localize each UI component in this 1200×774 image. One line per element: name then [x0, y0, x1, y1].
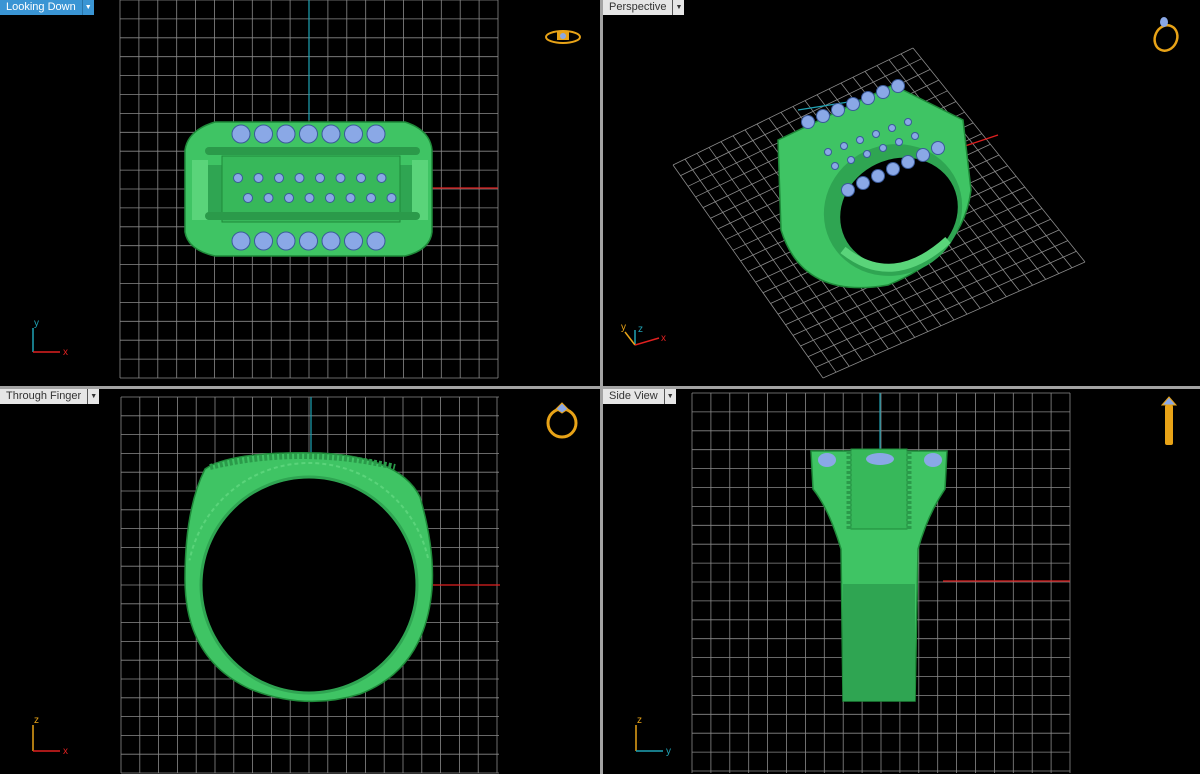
axis-label-y: y — [666, 746, 671, 757]
gem — [284, 193, 294, 203]
ring-model[interactable] — [184, 452, 434, 707]
ring-model[interactable] — [777, 79, 984, 299]
viewport-tab-side-view[interactable]: Side View ▼ — [603, 389, 676, 404]
chevron-down-icon[interactable]: ▼ — [87, 389, 100, 404]
axis-indicator: z x — [32, 715, 68, 757]
axis-label-y: y — [34, 318, 39, 329]
gem — [831, 162, 839, 170]
gem — [315, 173, 325, 183]
gem — [276, 124, 296, 144]
viewport-label[interactable]: Perspective — [603, 0, 673, 15]
gem — [345, 193, 356, 203]
axis-indicator: y z x — [621, 322, 666, 346]
axis-label-x: x — [661, 333, 666, 344]
axis-label-z: z — [34, 715, 39, 726]
ring-front-view-icon[interactable] — [546, 402, 578, 439]
gem — [294, 173, 305, 183]
gem — [888, 124, 896, 132]
gem — [840, 142, 848, 150]
viewport-label[interactable]: Side View — [603, 389, 664, 404]
viewport-tab-through-finger[interactable]: Through Finger ▼ — [0, 389, 100, 404]
gem — [879, 144, 887, 152]
viewport-tab-looking-down[interactable]: Looking Down ▼ — [0, 0, 94, 15]
gem — [876, 85, 890, 99]
viewport-through-finger[interactable]: Through Finger ▼ z x — [0, 389, 600, 774]
axis-label-x: x — [63, 746, 68, 757]
gem — [856, 176, 870, 190]
gem — [356, 173, 366, 183]
gem — [344, 231, 363, 251]
gem — [254, 231, 273, 251]
gem — [386, 193, 397, 203]
viewport-splitter-horizontal[interactable] — [0, 386, 1200, 389]
gem — [856, 136, 864, 144]
gem — [366, 231, 386, 251]
ring-model[interactable] — [810, 448, 948, 702]
ring-model[interactable] — [184, 121, 433, 257]
viewport-label[interactable]: Looking Down — [0, 0, 82, 15]
axis-label-z: z — [637, 715, 642, 726]
gem — [863, 150, 871, 158]
gem — [895, 138, 903, 146]
gem — [321, 124, 341, 144]
gem — [841, 183, 855, 197]
gem — [816, 109, 830, 123]
gem — [243, 193, 253, 203]
gem — [304, 193, 315, 203]
gem — [376, 173, 387, 183]
axis-indicator: z y — [635, 715, 671, 757]
gem — [299, 124, 318, 144]
gem — [916, 148, 930, 162]
gem — [831, 103, 845, 117]
ring-side-view-icon[interactable] — [1160, 396, 1178, 445]
gem — [335, 173, 346, 183]
gem — [801, 115, 815, 129]
ring-perspective-icon[interactable] — [1151, 17, 1182, 54]
gem — [231, 124, 251, 144]
gem — [299, 231, 318, 251]
gem — [824, 148, 832, 156]
gem — [321, 231, 341, 251]
gem — [276, 231, 296, 251]
chevron-down-icon[interactable]: ▼ — [81, 0, 94, 15]
viewport-looking-down[interactable]: Looking Down ▼ y x — [0, 0, 600, 386]
gem — [891, 79, 905, 93]
gem — [366, 193, 376, 203]
axis-indicator: y x — [32, 318, 68, 358]
gem — [233, 173, 243, 183]
gem — [871, 169, 885, 183]
gem — [846, 97, 860, 111]
viewport-canvas[interactable]: y x — [0, 0, 600, 386]
viewport-tab-perspective[interactable]: Perspective ▼ — [603, 0, 685, 15]
viewport-label[interactable]: Through Finger — [0, 389, 88, 404]
gem — [904, 118, 912, 126]
gem — [911, 132, 919, 140]
gem — [231, 231, 251, 251]
gem — [872, 130, 880, 138]
gem — [253, 173, 264, 183]
axis-label-y: y — [621, 322, 626, 333]
axis-label-z: z — [638, 324, 643, 335]
gem — [861, 91, 875, 105]
gem — [274, 173, 284, 183]
viewport-perspective[interactable]: Perspective ▼ y z x — [603, 0, 1200, 386]
gem — [366, 124, 386, 144]
gem — [325, 193, 335, 203]
ring-top-view-icon[interactable] — [545, 30, 581, 44]
gem — [901, 155, 915, 169]
gem — [254, 124, 273, 144]
gem — [344, 124, 363, 144]
gem — [886, 162, 900, 176]
viewport-side-view[interactable]: Side View ▼ z y — [603, 389, 1200, 774]
viewport-canvas[interactable]: z x — [0, 389, 600, 774]
gem — [931, 141, 945, 155]
viewport-canvas[interactable]: y z x — [603, 0, 1200, 386]
chevron-down-icon[interactable]: ▼ — [663, 389, 676, 404]
chevron-down-icon[interactable]: ▼ — [672, 0, 685, 15]
gem — [847, 156, 855, 164]
gem — [263, 193, 274, 203]
viewport-canvas[interactable]: z y — [603, 389, 1200, 774]
axis-label-x: x — [63, 347, 68, 358]
